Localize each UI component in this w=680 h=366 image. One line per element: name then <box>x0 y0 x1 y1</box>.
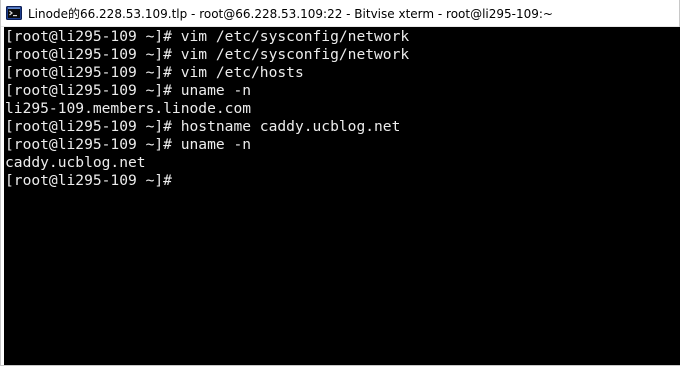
terminal-area[interactable]: [root@li295-109 ~]# vim /etc/sysconfig/n… <box>4 27 680 365</box>
bitvise-terminal-icon[interactable] <box>6 5 22 21</box>
window-title: Linode的66.228.53.109.tlp - root@66.228.5… <box>28 6 553 21</box>
terminal-line: [root@li295-109 ~]# hostname caddy.ucblo… <box>5 118 401 135</box>
title-bar[interactable]: Linode的66.228.53.109.tlp - root@66.228.5… <box>1 0 679 27</box>
terminal-prompt-line: [root@li295-109 ~]# <box>5 172 172 189</box>
terminal-window: Linode的66.228.53.109.tlp - root@66.228.5… <box>0 0 680 366</box>
terminal-line: [root@li295-109 ~]# uname -n <box>5 82 252 99</box>
terminal-line: [root@li295-109 ~]# vim /etc/sysconfig/n… <box>5 28 410 45</box>
terminal-line: [root@li295-109 ~]# vim /etc/hosts <box>5 64 304 81</box>
terminal-line: caddy.ucblog.net <box>5 154 146 171</box>
terminal-line: li295-109.members.linode.com <box>5 100 252 117</box>
terminal-line: [root@li295-109 ~]# uname -n <box>5 136 252 153</box>
terminal-line: [root@li295-109 ~]# vim /etc/sysconfig/n… <box>5 46 410 63</box>
